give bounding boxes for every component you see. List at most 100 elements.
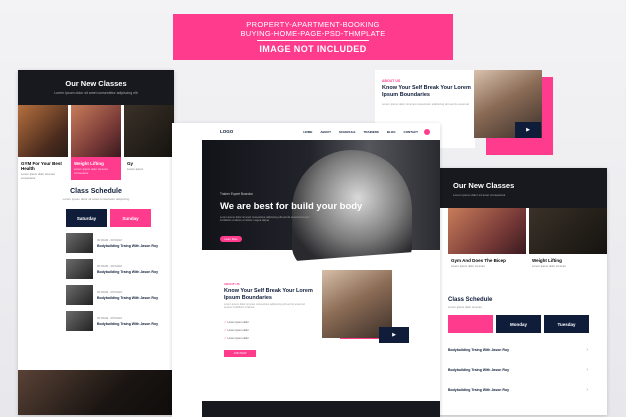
banner-line-2: BUYING-HOME-PAGE-PSD-THMPLATE [240, 29, 386, 38]
schedule-name: Bodybuilding Traing With Jason Roy [448, 388, 510, 392]
day-tabs: Saturday Sunday [66, 209, 174, 227]
class-card-text: Lorem ipsum [127, 167, 144, 171]
hero-description: Lorem ipsum dolor sit amet consectetur a… [220, 216, 310, 223]
about-text: Lorem ipsum dolor sit amet consectetur a… [224, 303, 305, 310]
class-schedule: Class Schedule Lorem ipsum dolor sit ame… [433, 297, 607, 393]
class-schedule: Class Schedule Lorem ipsum dolor sit ame… [18, 188, 174, 331]
learn-more-button[interactable]: Learn More [220, 236, 242, 242]
class-card-title: Gy [127, 161, 134, 166]
trainer-banner-image [18, 370, 174, 415]
schedule-row[interactable]: 06:00AM - 08:00AM Bodybuilding Traing Wit… [66, 285, 174, 305]
next-section-strip [202, 401, 440, 417]
class-card-title: GYM For Your Best Health [21, 161, 62, 171]
list-item: Lorem ipsum dolor [224, 320, 248, 324]
nav-menu: HOME ABOUT SCHEDULE TRAINERS BLOG CONTAC… [303, 130, 418, 134]
schedule-time: 06:00AM - 08:00AM [97, 316, 122, 320]
chevron-right-icon: › [586, 387, 588, 393]
tab-tuesday[interactable]: Tuesday [544, 315, 589, 333]
chevron-right-icon: › [586, 367, 588, 373]
classes-title: Our New Classes [65, 79, 127, 88]
schedule-row[interactable]: 06:00AM - 08:00AM Bodybuilding Traing Wit… [66, 233, 174, 253]
chevron-right-icon: › [586, 347, 588, 353]
hero-subtitle: Trainer Expert Boardon [220, 192, 254, 196]
about-tag: ABOUT US [224, 282, 240, 286]
schedule-name: Bodybuilding Traing With Jason Roy [448, 368, 510, 372]
classes-header: Our New Classes Lorem ipsum dolor sit am… [18, 70, 174, 105]
tab-active[interactable] [448, 315, 493, 333]
schedule-time: 06:00AM - 08:00AM [97, 290, 122, 294]
nav-trainers[interactable]: TRAINERS [364, 130, 379, 134]
about-tag: ABOUT US [382, 79, 401, 83]
hero-section: Trainer Expert Boardon We are best for b… [202, 140, 440, 270]
class-card[interactable]: Weight Lifting Lorem ipsum dolor sit ame… [529, 208, 607, 283]
schedule-row[interactable]: Bodybuilding Traing With Jason Roy › [448, 387, 588, 393]
class-image [124, 105, 174, 157]
classes-title: Our New Classes [453, 181, 515, 190]
tab-monday[interactable]: Monday [496, 315, 541, 333]
top-nav: LOGO HOME ABOUT SCHEDULE TRAINERS BLOG C… [172, 123, 440, 140]
logo[interactable]: LOGO [220, 129, 233, 134]
schedule-row[interactable]: 06:00AM - 08:00AM Bodybuilding Traing Wit… [66, 311, 174, 331]
classes-subtitle: Lorem ipsum dolor sit amet consectetur [453, 193, 506, 197]
nav-schedule[interactable]: SCHEDULE [339, 130, 356, 134]
center-page-mockup: LOGO HOME ABOUT SCHEDULE TRAINERS BLOG C… [172, 123, 440, 417]
class-card-text: Lorem ipsum dolor sit amet [451, 264, 485, 268]
nav-contact[interactable]: CONTACT [404, 130, 418, 134]
about-section: ABOUT US Know Your Self Break Your Lorem… [172, 250, 440, 400]
schedule-name: Bodybuilding Traing With Jason Roy [97, 296, 159, 300]
class-card[interactable]: Gym And Does The Bicep Lorem ipsum dolor… [448, 208, 526, 283]
schedule-row[interactable]: 06:00AM - 08:00AM Bodybuilding Traing Wit… [66, 259, 174, 279]
schedule-time: 06:00AM - 08:00AM [97, 264, 122, 268]
schedule-row[interactable]: Bodybuilding Traing With Jason Roy › [448, 367, 588, 373]
schedule-name: Bodybuilding Traing With Jason Roy [97, 244, 159, 248]
day-tabs: Monday Tuesday [448, 315, 607, 333]
banner-line-1: PROPERTY-APARTMENT-BOOKING [246, 20, 380, 29]
tab-sunday[interactable]: Sunday [110, 209, 151, 227]
nav-blog[interactable]: BLOG [387, 130, 396, 134]
class-card[interactable]: Weight Lifting Lorem ipsum dolor sit ame… [71, 105, 121, 180]
class-card-text: Lorem ipsum dolor sit amet [532, 264, 566, 268]
trainer-thumbnail [66, 285, 93, 305]
class-card-title: Weight Lifting [74, 161, 104, 166]
banner-line-3: IMAGE NOT INCLUDED [259, 44, 367, 54]
nav-about[interactable]: ABOUT [320, 130, 331, 134]
nav-home[interactable]: HOME [303, 130, 312, 134]
hero-title: We are best for build your body [220, 201, 363, 212]
class-card-text: Lorem ipsum dolor sit amet consectetur [21, 172, 55, 180]
schedule-title: Class Schedule [70, 188, 122, 195]
join-now-button[interactable]: JOIN NOW [224, 350, 256, 357]
list-item: Lorem ipsum dolor [224, 336, 248, 340]
right-page-mockup: Our New Classes Lorem ipsum dolor sit am… [433, 168, 607, 415]
schedule-time: 06:00AM - 08:00AM [97, 238, 122, 242]
class-card[interactable]: Gy Lorem ipsum [124, 105, 174, 180]
trainer-thumbnail [66, 311, 93, 331]
class-card-title: Gym And Does The Bicep [451, 258, 506, 263]
list-item: Lorem ipsum dolor [224, 328, 248, 332]
mockup-stage: PROPERTY-APARTMENT-BOOKING BUYING-HOME-P… [0, 0, 626, 417]
title-banner: PROPERTY-APARTMENT-BOOKING BUYING-HOME-P… [173, 14, 453, 60]
schedule-subtitle: Lorem ipsum dolor sit amet consectetur a… [62, 197, 130, 201]
classes-header: Our New Classes Lorem ipsum dolor sit am… [433, 168, 607, 208]
search-icon[interactable] [424, 128, 430, 135]
about-text: Lorem ipsum dolor sit amet consectetur a… [382, 102, 470, 106]
schedule-name: Bodybuilding Traing With Jason Roy [448, 348, 510, 352]
class-card-title: Weight Lifting [532, 258, 562, 263]
about-list: Lorem ipsum dolor Lorem ipsum dolor Lore… [224, 320, 248, 344]
about-heading: Know Your Self Break Your Lorem Ipsum Bo… [224, 288, 313, 301]
class-card[interactable]: GYM For Your Best Health Lorem ipsum dol… [18, 105, 68, 180]
schedule-name: Bodybuilding Traing With Jason Roy [97, 270, 159, 274]
class-image [529, 208, 607, 254]
class-image [71, 105, 121, 157]
class-card-text: Lorem ipsum dolor sit amet consectetur [74, 167, 108, 175]
schedule-title: Class Schedule [448, 297, 493, 303]
play-icon: ▶ [392, 332, 396, 338]
banner-divider [257, 40, 369, 41]
class-cards: GYM For Your Best Health Lorem ipsum dol… [18, 105, 174, 180]
tab-saturday[interactable]: Saturday [66, 209, 107, 227]
class-cards: Gym And Does The Bicep Lorem ipsum dolor… [433, 208, 607, 283]
classes-subtitle: Lorem ipsum dolor sit amet consectetur a… [54, 91, 138, 95]
video-play-button[interactable]: ▶ [379, 327, 409, 343]
video-play-button[interactable]: ▶ [515, 122, 541, 138]
schedule-row[interactable]: Bodybuilding Traing With Jason Roy › [448, 347, 588, 353]
class-image [18, 105, 68, 157]
